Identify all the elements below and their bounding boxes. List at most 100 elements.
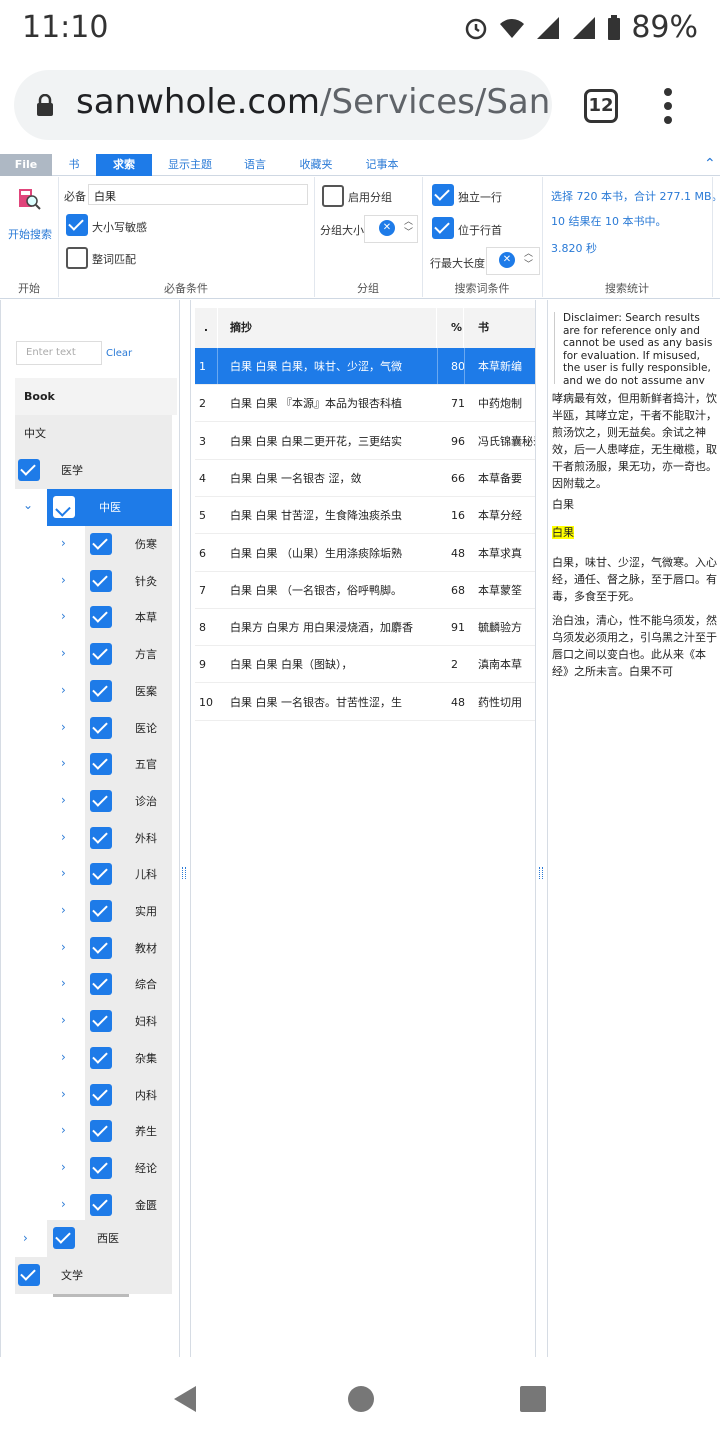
clear-group-size-icon[interactable]: ✕ [379,220,395,236]
enable-grouping-checkbox[interactable] [322,185,344,207]
case-sensitive-checkbox[interactable] [66,214,88,236]
expand-child-icon[interactable]: › [61,1087,66,1101]
expand-child-icon[interactable]: › [61,756,66,770]
expand-child-icon[interactable]: › [61,536,66,550]
tree-node-child[interactable]: 外科 [85,819,172,857]
expand-child-icon[interactable]: › [61,1123,66,1137]
tree-node-child[interactable]: 教材 [85,929,172,967]
tab-search[interactable]: 求索 [96,154,152,176]
child-checkbox[interactable] [90,900,112,922]
line-start-checkbox[interactable] [432,217,454,239]
result-row[interactable]: 3 白果 白果 白果二更开花，三更结实 96 冯氏锦囊秘录 [195,423,535,460]
expand-child-icon[interactable]: › [61,976,66,990]
child-checkbox[interactable] [90,679,112,702]
tree-node-child[interactable]: 医论 [85,709,172,747]
tree-node-child[interactable]: 实用 [85,893,172,930]
tab-book[interactable]: 书 [52,154,96,176]
home-icon[interactable] [347,1385,375,1413]
tree-node-medicine[interactable]: 医学 [15,452,172,489]
child-checkbox[interactable] [90,606,112,629]
result-row[interactable]: 8 白果方 白果方 用白果浸烧酒，加麝香 91 毓麟验方 [195,609,535,647]
child-checkbox[interactable] [90,1120,112,1143]
col-header-book[interactable]: 书 [464,308,535,348]
tree-node-child[interactable]: 医案 [85,672,172,710]
expand-child-icon[interactable]: › [61,1050,66,1064]
tree-scrollbar[interactable] [53,1294,129,1297]
col-header-percent[interactable]: % [437,308,463,348]
expand-child-icon[interactable]: › [61,609,66,623]
tab-theme[interactable]: 显示主题 [160,154,220,176]
literature-checkbox[interactable] [18,1264,40,1286]
expand-child-icon[interactable]: › [61,720,66,734]
address-bar[interactable]: sanwhole.com/Services/San [14,70,552,140]
tree-node-child[interactable]: 综合 [85,966,172,1004]
tree-node-child[interactable]: 儿科 [85,856,172,894]
tree-node-child[interactable]: 杂集 [85,1039,172,1077]
whole-word-checkbox[interactable] [66,247,88,269]
child-checkbox[interactable] [90,1193,112,1216]
tree-node-child[interactable]: 针灸 [85,562,172,600]
tree-node-chinese[interactable]: 中文 [15,415,172,452]
tab-language[interactable]: 语言 [230,154,280,176]
recents-icon[interactable] [520,1386,546,1412]
result-row[interactable]: 7 白果 白果 （一名银杏，俗呼鸭脚。 68 本草蒙筌 [195,572,535,609]
tree-node-western[interactable]: 西医 [47,1220,172,1257]
result-row[interactable]: 2 白果 白果 『本源』本品为银杏科植 71 中药炮制 [195,385,535,423]
child-checkbox[interactable] [90,716,112,739]
tab-switcher-button[interactable]: 12 [584,89,618,123]
tree-node-child[interactable]: 妇科 [85,1003,172,1041]
expand-child-icon[interactable]: › [61,866,66,880]
child-checkbox[interactable] [90,863,112,886]
result-row[interactable]: 5 白果 白果 甘苦涩，生食降浊痰杀虫 16 本草分经 [195,497,535,535]
back-icon[interactable] [172,1384,198,1414]
result-row[interactable]: 10 白果 白果 一名银杏。甘苦性涩，生 48 药性切用 [195,684,535,721]
tree-node-child[interactable]: 经论 [85,1149,172,1187]
expand-child-icon[interactable]: › [61,683,66,697]
expand-child-icon[interactable]: › [61,1197,66,1211]
expand-child-icon[interactable]: › [61,1160,66,1174]
tree-node-child[interactable]: 养生 [85,1113,172,1151]
child-checkbox[interactable] [90,973,112,996]
spin-down-icon-2[interactable]: ﹀ [524,261,533,270]
western-checkbox[interactable] [53,1227,75,1249]
tree-node-child[interactable]: 五官 [85,746,172,784]
tree-node-literature[interactable]: 文学 [15,1257,172,1294]
required-input[interactable]: 白果 [88,184,308,205]
left-splitter[interactable] [182,867,186,879]
tree-node-child[interactable]: 金匮 [85,1186,172,1224]
child-checkbox[interactable] [90,569,112,592]
spin-down-icon[interactable]: ﹀ [404,229,413,238]
expand-tcm-icon[interactable]: ⌄ [23,498,33,512]
child-checkbox[interactable] [90,789,112,812]
child-checkbox[interactable] [90,826,112,849]
expand-child-icon[interactable]: › [61,646,66,660]
start-search-button[interactable]: 开始搜索 [8,226,52,242]
overflow-menu-button[interactable] [664,88,674,124]
expand-western-icon[interactable]: › [23,1231,28,1245]
col-header-excerpt[interactable]: 摘抄 [218,308,436,348]
expand-child-icon[interactable]: › [61,573,66,587]
tree-node-child[interactable]: 本草 [85,599,172,637]
clear-max-length-icon[interactable]: ✕ [499,252,515,268]
result-row[interactable]: 6 白果 白果 （山果）生用涤痰除垢熟 48 本草求真 [195,535,535,572]
result-row[interactable]: 4 白果 白果 一名银杏 涩，敛 66 本草备要 [195,460,535,497]
tab-file[interactable]: File [0,154,52,176]
spin-up-icon[interactable]: ︿ [404,218,413,227]
child-checkbox[interactable] [90,1156,112,1179]
expand-child-icon[interactable]: › [61,940,66,954]
spin-up-icon-2[interactable]: ︿ [524,250,533,259]
child-checkbox[interactable] [90,1083,112,1106]
right-splitter[interactable] [539,867,543,879]
child-checkbox[interactable] [90,533,112,555]
child-checkbox[interactable] [90,643,112,666]
expand-child-icon[interactable]: › [61,830,66,844]
child-checkbox[interactable] [90,1010,112,1033]
own-line-checkbox[interactable] [432,184,454,206]
medicine-checkbox[interactable] [18,459,40,481]
tab-favorites[interactable]: 收藏夹 [290,154,342,176]
child-checkbox[interactable] [90,936,112,959]
tab-notebook[interactable]: 记事本 [356,154,408,176]
child-checkbox[interactable] [90,1046,112,1069]
result-row[interactable]: 9 白果 白果 白果（图缺）， 2 滇南本草 [195,646,535,684]
col-header-index[interactable]: . [195,308,217,348]
